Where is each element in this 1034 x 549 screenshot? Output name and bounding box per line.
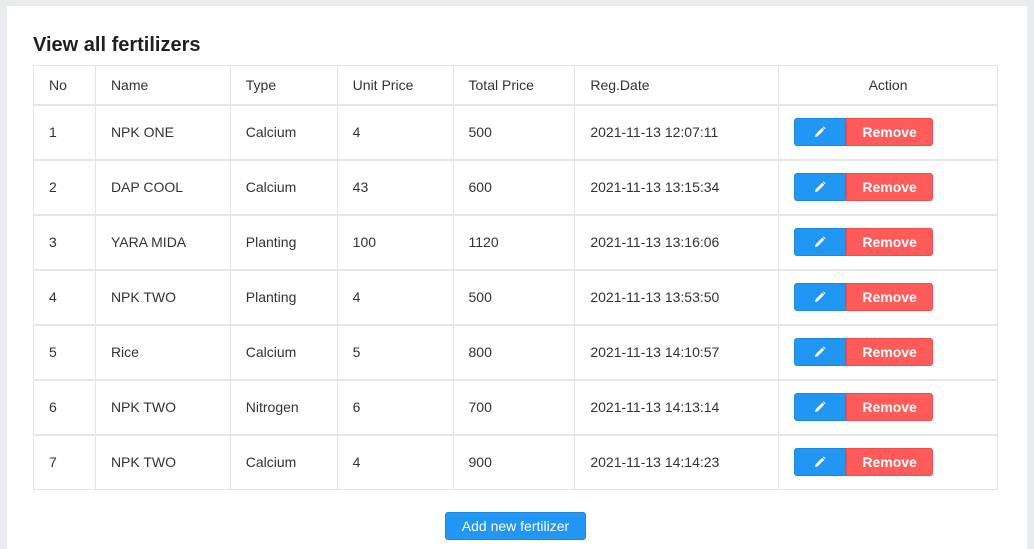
cell-name: NPK TWO xyxy=(94,269,231,325)
cell-type: Calcium xyxy=(229,324,338,380)
cell-total-price: 800 xyxy=(452,324,576,380)
cell-total-price: 600 xyxy=(452,159,576,215)
cell-no: 2 xyxy=(33,159,96,215)
cell-reg-date: 2021-11-13 14:10:57 xyxy=(574,324,780,380)
pencil-icon xyxy=(815,181,826,192)
column-header-no: No xyxy=(33,65,96,105)
cell-reg-date: 2021-11-13 14:14:23 xyxy=(574,434,780,490)
table-row: 2 DAP COOL Calcium 43 600 2021-11-13 13:… xyxy=(33,159,998,215)
row-action-group: Remove xyxy=(794,173,997,201)
cell-unit-price: 100 xyxy=(336,214,454,270)
cell-total-price: 1120 xyxy=(452,214,576,270)
column-header-name: Name xyxy=(94,65,231,105)
cell-no: 5 xyxy=(33,324,96,380)
cell-action: Remove xyxy=(778,324,998,380)
edit-button[interactable] xyxy=(794,228,847,256)
cell-no: 1 xyxy=(33,104,96,160)
remove-button[interactable]: Remove xyxy=(846,228,934,256)
row-action-group: Remove xyxy=(794,393,997,421)
cell-reg-date: 2021-11-13 13:16:06 xyxy=(574,214,780,270)
cell-unit-price: 43 xyxy=(336,159,454,215)
table-row: 6 NPK TWO Nitrogen 6 700 2021-11-13 14:1… xyxy=(33,379,998,435)
cell-no: 7 xyxy=(33,434,96,490)
row-action-group: Remove xyxy=(794,118,997,146)
row-action-group: Remove xyxy=(794,448,997,477)
table-row: 5 Rice Calcium 5 800 2021-11-13 14:10:57… xyxy=(33,324,998,380)
table-row: 4 NPK TWO Planting 4 500 2021-11-13 13:5… xyxy=(33,269,998,325)
remove-button[interactable]: Remove xyxy=(846,283,934,311)
cell-no: 3 xyxy=(33,214,96,270)
pencil-icon xyxy=(815,456,826,468)
cell-type: Calcium xyxy=(229,434,338,490)
cell-action: Remove xyxy=(778,159,998,215)
cell-name: YARA MIDA xyxy=(94,214,231,270)
cell-total-price: 700 xyxy=(452,379,576,435)
cell-name: NPK TWO xyxy=(94,434,231,490)
cell-type: Calcium xyxy=(229,104,338,160)
edit-button[interactable] xyxy=(794,338,847,366)
column-header-type: Type xyxy=(229,65,338,105)
table-row: 1 NPK ONE Calcium 4 500 2021-11-13 12:07… xyxy=(33,104,998,160)
edit-button[interactable] xyxy=(794,118,847,146)
cell-type: Planting xyxy=(229,214,338,270)
cell-reg-date: 2021-11-13 13:53:50 xyxy=(574,269,780,325)
cell-unit-price: 4 xyxy=(336,269,454,325)
cell-name: DAP COOL xyxy=(94,159,231,215)
cell-name: Rice xyxy=(94,324,231,380)
remove-button[interactable]: Remove xyxy=(846,118,934,146)
column-header-action: Action xyxy=(778,65,998,105)
remove-button[interactable]: Remove xyxy=(846,448,934,477)
cell-action: Remove xyxy=(778,269,998,325)
page-title: View all fertilizers xyxy=(33,34,201,56)
cell-unit-price: 5 xyxy=(336,324,454,380)
cell-total-price: 900 xyxy=(452,434,576,490)
cell-type: Nitrogen xyxy=(229,379,338,435)
table-row: 7 NPK TWO Calcium 4 900 2021-11-13 14:14… xyxy=(33,434,998,490)
cell-no: 4 xyxy=(33,269,96,325)
cell-total-price: 500 xyxy=(452,104,576,160)
header-row: No Name Type Unit Price Total Price Reg.… xyxy=(33,65,998,105)
cell-reg-date: 2021-11-13 13:15:34 xyxy=(574,159,780,215)
pencil-icon xyxy=(815,126,826,137)
cell-total-price: 500 xyxy=(452,269,576,325)
cell-unit-price: 4 xyxy=(336,434,454,490)
cell-reg-date: 2021-11-13 14:13:14 xyxy=(574,379,780,435)
cell-action: Remove xyxy=(778,379,998,435)
pencil-icon xyxy=(815,401,826,412)
cell-action: Remove xyxy=(778,214,998,270)
cell-name: NPK TWO xyxy=(94,379,231,435)
cell-unit-price: 6 xyxy=(336,379,454,435)
cell-type: Calcium xyxy=(229,159,338,215)
pencil-icon xyxy=(815,236,826,247)
edit-button[interactable] xyxy=(794,448,847,477)
cell-reg-date: 2021-11-13 12:07:11 xyxy=(574,104,780,160)
column-header-reg-date: Reg.Date xyxy=(574,65,780,105)
add-fertilizer-button[interactable]: Add new fertilizer xyxy=(445,512,586,540)
edit-button[interactable] xyxy=(794,393,847,421)
row-action-group: Remove xyxy=(794,338,997,366)
table-row: 3 YARA MIDA Planting 100 1120 2021-11-13… xyxy=(33,214,998,270)
pencil-icon xyxy=(815,291,826,302)
remove-button[interactable]: Remove xyxy=(846,338,934,366)
cell-name: NPK ONE xyxy=(94,104,231,160)
remove-button[interactable]: Remove xyxy=(846,173,934,201)
row-action-group: Remove xyxy=(794,228,997,256)
pencil-icon xyxy=(815,346,826,357)
cell-unit-price: 4 xyxy=(336,104,454,160)
table-header: No Name Type Unit Price Total Price Reg.… xyxy=(33,65,998,105)
edit-button[interactable] xyxy=(794,283,847,311)
fertilizer-table: No Name Type Unit Price Total Price Reg.… xyxy=(33,65,998,490)
table-body: 1 NPK ONE Calcium 4 500 2021-11-13 12:07… xyxy=(33,104,998,490)
row-action-group: Remove xyxy=(794,283,997,311)
cell-action: Remove xyxy=(778,434,998,490)
cell-no: 6 xyxy=(33,379,96,435)
edit-button[interactable] xyxy=(794,173,847,201)
cell-type: Planting xyxy=(229,269,338,325)
cell-action: Remove xyxy=(778,104,998,160)
content-card: View all fertilizers No Name Type Unit P… xyxy=(7,6,1027,549)
remove-button[interactable]: Remove xyxy=(846,393,934,421)
column-header-unit-price: Unit Price xyxy=(336,65,454,105)
column-header-total-price: Total Price xyxy=(452,65,576,105)
